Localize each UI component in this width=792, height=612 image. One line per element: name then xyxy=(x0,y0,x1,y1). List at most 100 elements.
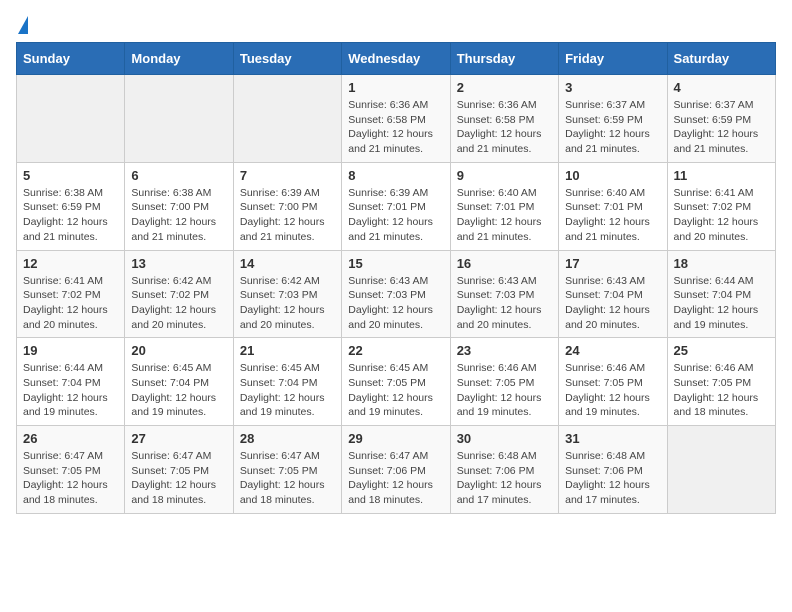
calendar-cell: 1 Sunrise: 6:36 AM Sunset: 6:58 PM Daylig… xyxy=(342,75,450,163)
day-of-week-header: Thursday xyxy=(450,43,558,75)
calendar-cell: 23Sunrise: 6:46 AM Sunset: 7:05 PM Dayli… xyxy=(450,338,558,426)
calendar-cell: 10Sunrise: 6:40 AM Sunset: 7:01 PM Dayli… xyxy=(559,162,667,250)
day-of-week-header: Wednesday xyxy=(342,43,450,75)
day-of-week-header: Friday xyxy=(559,43,667,75)
calendar-cell: 15Sunrise: 6:43 AM Sunset: 7:03 PM Dayli… xyxy=(342,250,450,338)
calendar-cell: 14 Sunrise: 6:42 AM Sunset: 7:03 PM Dayli… xyxy=(233,250,341,338)
calendar-table: SundayMondayTuesdayWednesdayThursdayFrid… xyxy=(16,42,776,514)
calendar-header-row: SundayMondayTuesdayWednesdayThursdayFrid… xyxy=(17,43,776,75)
calendar-cell: 17Sunrise: 6:43 AM Sunset: 7:04 PM Dayli… xyxy=(559,250,667,338)
calendar-cell: 31 Sunrise: 6:48 AM Sunset: 7:06 PM Dayli… xyxy=(559,426,667,514)
day-number: 24 xyxy=(565,343,660,358)
day-number: 22 xyxy=(348,343,443,358)
day-info: Sunrise: 6:43 AM Sunset: 7:04 PM Dayligh… xyxy=(565,274,660,333)
calendar-cell xyxy=(667,426,775,514)
day-info: Sunrise: 6:37 AM Sunset: 6:59 PM Dayligh… xyxy=(565,98,660,157)
day-number: 11 xyxy=(674,168,769,183)
day-info: Sunrise: 6:36 AM Sunset: 6:58 PM Dayligh… xyxy=(457,98,552,157)
calendar-cell: 26 Sunrise: 6:47 AM Sunset: 7:05 PM Dayli… xyxy=(17,426,125,514)
day-info: Sunrise: 6:44 AM Sunset: 7:04 PM Dayligh… xyxy=(23,361,118,420)
day-info: Sunrise: 6:44 AM Sunset: 7:04 PM Dayligh… xyxy=(674,274,769,333)
calendar-cell: 11 Sunrise: 6:41 AM Sunset: 7:02 PM Dayli… xyxy=(667,162,775,250)
calendar-cell: 20 Sunrise: 6:45 AM Sunset: 7:04 PM Dayli… xyxy=(125,338,233,426)
day-info: Sunrise: 6:37 AM Sunset: 6:59 PM Dayligh… xyxy=(674,98,769,157)
calendar-week-row: 12 Sunrise: 6:41 AM Sunset: 7:02 PM Dayli… xyxy=(17,250,776,338)
day-number: 20 xyxy=(131,343,226,358)
day-number: 31 xyxy=(565,431,660,446)
day-info: Sunrise: 6:48 AM Sunset: 7:06 PM Dayligh… xyxy=(565,449,660,508)
calendar-cell: 7 Sunrise: 6:39 AM Sunset: 7:00 PM Daylig… xyxy=(233,162,341,250)
day-number: 1 xyxy=(348,80,443,95)
day-number: 26 xyxy=(23,431,118,446)
calendar-cell: 29 Sunrise: 6:47 AM Sunset: 7:06 PM Dayli… xyxy=(342,426,450,514)
day-info: Sunrise: 6:41 AM Sunset: 7:02 PM Dayligh… xyxy=(674,186,769,245)
day-info: Sunrise: 6:47 AM Sunset: 7:05 PM Dayligh… xyxy=(23,449,118,508)
day-number: 2 xyxy=(457,80,552,95)
day-number: 25 xyxy=(674,343,769,358)
calendar-cell: 27Sunrise: 6:47 AM Sunset: 7:05 PM Dayli… xyxy=(125,426,233,514)
calendar-cell: 2 Sunrise: 6:36 AM Sunset: 6:58 PM Daylig… xyxy=(450,75,558,163)
calendar-cell: 12 Sunrise: 6:41 AM Sunset: 7:02 PM Dayli… xyxy=(17,250,125,338)
day-of-week-header: Monday xyxy=(125,43,233,75)
day-info: Sunrise: 6:47 AM Sunset: 7:05 PM Dayligh… xyxy=(240,449,335,508)
day-info: Sunrise: 6:39 AM Sunset: 7:00 PM Dayligh… xyxy=(240,186,335,245)
day-of-week-header: Saturday xyxy=(667,43,775,75)
day-info: Sunrise: 6:38 AM Sunset: 7:00 PM Dayligh… xyxy=(131,186,226,245)
day-number: 7 xyxy=(240,168,335,183)
calendar-cell: 18 Sunrise: 6:44 AM Sunset: 7:04 PM Dayli… xyxy=(667,250,775,338)
day-number: 14 xyxy=(240,256,335,271)
day-number: 16 xyxy=(457,256,552,271)
day-info: Sunrise: 6:36 AM Sunset: 6:58 PM Dayligh… xyxy=(348,98,443,157)
calendar-cell: 21Sunrise: 6:45 AM Sunset: 7:04 PM Dayli… xyxy=(233,338,341,426)
calendar-cell: 19 Sunrise: 6:44 AM Sunset: 7:04 PM Dayli… xyxy=(17,338,125,426)
calendar-cell xyxy=(125,75,233,163)
calendar-week-row: 5 Sunrise: 6:38 AM Sunset: 6:59 PM Daylig… xyxy=(17,162,776,250)
day-info: Sunrise: 6:43 AM Sunset: 7:03 PM Dayligh… xyxy=(348,274,443,333)
calendar-cell: 13 Sunrise: 6:42 AM Sunset: 7:02 PM Dayli… xyxy=(125,250,233,338)
day-info: Sunrise: 6:41 AM Sunset: 7:02 PM Dayligh… xyxy=(23,274,118,333)
day-number: 6 xyxy=(131,168,226,183)
calendar-cell xyxy=(17,75,125,163)
day-number: 18 xyxy=(674,256,769,271)
day-number: 5 xyxy=(23,168,118,183)
day-info: Sunrise: 6:42 AM Sunset: 7:02 PM Dayligh… xyxy=(131,274,226,333)
day-of-week-header: Tuesday xyxy=(233,43,341,75)
day-number: 23 xyxy=(457,343,552,358)
day-info: Sunrise: 6:48 AM Sunset: 7:06 PM Dayligh… xyxy=(457,449,552,508)
day-of-week-header: Sunday xyxy=(17,43,125,75)
calendar-cell: 22 Sunrise: 6:45 AM Sunset: 7:05 PM Dayli… xyxy=(342,338,450,426)
day-info: Sunrise: 6:46 AM Sunset: 7:05 PM Dayligh… xyxy=(565,361,660,420)
day-info: Sunrise: 6:45 AM Sunset: 7:05 PM Dayligh… xyxy=(348,361,443,420)
calendar-cell: 6 Sunrise: 6:38 AM Sunset: 7:00 PM Daylig… xyxy=(125,162,233,250)
day-number: 10 xyxy=(565,168,660,183)
day-number: 13 xyxy=(131,256,226,271)
calendar-cell: 25 Sunrise: 6:46 AM Sunset: 7:05 PM Dayli… xyxy=(667,338,775,426)
day-number: 8 xyxy=(348,168,443,183)
day-info: Sunrise: 6:47 AM Sunset: 7:06 PM Dayligh… xyxy=(348,449,443,508)
day-info: Sunrise: 6:45 AM Sunset: 7:04 PM Dayligh… xyxy=(240,361,335,420)
calendar-cell: 28 Sunrise: 6:47 AM Sunset: 7:05 PM Dayli… xyxy=(233,426,341,514)
day-info: Sunrise: 6:42 AM Sunset: 7:03 PM Dayligh… xyxy=(240,274,335,333)
logo-triangle-icon xyxy=(18,16,28,34)
calendar-cell: 16Sunrise: 6:43 AM Sunset: 7:03 PM Dayli… xyxy=(450,250,558,338)
logo xyxy=(16,16,28,30)
day-number: 9 xyxy=(457,168,552,183)
page-header xyxy=(16,16,776,30)
day-number: 19 xyxy=(23,343,118,358)
day-number: 28 xyxy=(240,431,335,446)
calendar-week-row: 1 Sunrise: 6:36 AM Sunset: 6:58 PM Daylig… xyxy=(17,75,776,163)
day-info: Sunrise: 6:40 AM Sunset: 7:01 PM Dayligh… xyxy=(457,186,552,245)
day-info: Sunrise: 6:39 AM Sunset: 7:01 PM Dayligh… xyxy=(348,186,443,245)
day-info: Sunrise: 6:38 AM Sunset: 6:59 PM Dayligh… xyxy=(23,186,118,245)
day-info: Sunrise: 6:45 AM Sunset: 7:04 PM Dayligh… xyxy=(131,361,226,420)
calendar-week-row: 26 Sunrise: 6:47 AM Sunset: 7:05 PM Dayli… xyxy=(17,426,776,514)
calendar-week-row: 19 Sunrise: 6:44 AM Sunset: 7:04 PM Dayli… xyxy=(17,338,776,426)
calendar-cell xyxy=(233,75,341,163)
day-number: 29 xyxy=(348,431,443,446)
day-info: Sunrise: 6:46 AM Sunset: 7:05 PM Dayligh… xyxy=(674,361,769,420)
calendar-cell: 4 Sunrise: 6:37 AM Sunset: 6:59 PM Daylig… xyxy=(667,75,775,163)
day-number: 4 xyxy=(674,80,769,95)
day-number: 12 xyxy=(23,256,118,271)
calendar-cell: 30Sunrise: 6:48 AM Sunset: 7:06 PM Dayli… xyxy=(450,426,558,514)
day-info: Sunrise: 6:47 AM Sunset: 7:05 PM Dayligh… xyxy=(131,449,226,508)
